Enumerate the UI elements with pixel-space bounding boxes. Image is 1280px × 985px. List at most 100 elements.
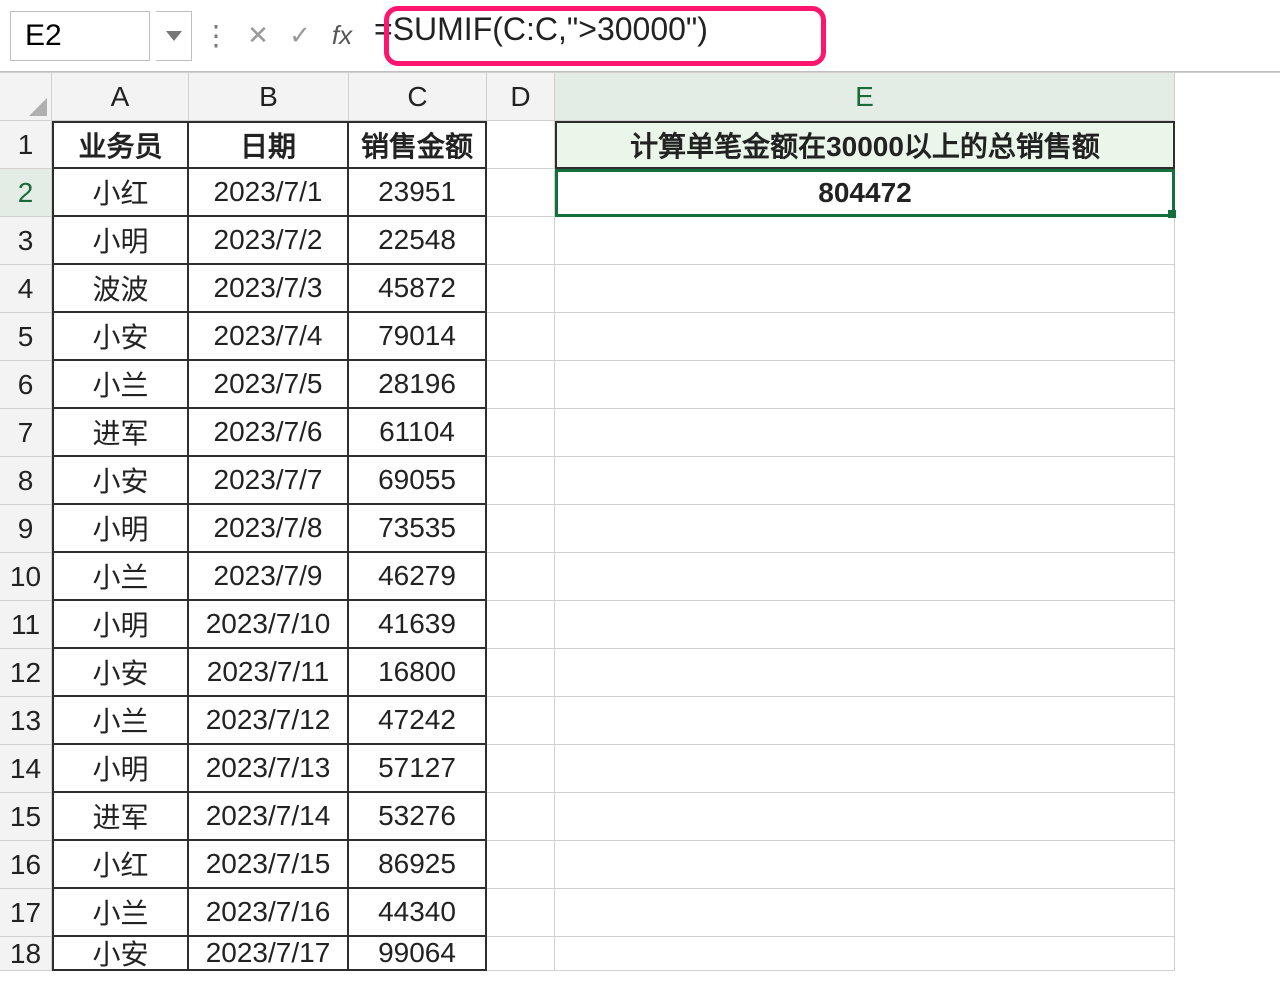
col-header-C[interactable]: C [349,73,487,121]
cell-C3[interactable]: 22548 [349,217,487,265]
row-header-14[interactable]: 14 [0,745,52,793]
cell-D12[interactable] [487,649,555,697]
cell-C15[interactable]: 53276 [349,793,487,841]
cell-B1[interactable]: 日期 [189,121,349,169]
cell-C1[interactable]: 销售金额 [349,121,487,169]
cell-D1[interactable] [487,121,555,169]
select-all-cell[interactable] [0,73,52,121]
cell-B2[interactable]: 2023/7/1 [189,169,349,217]
cell-B6[interactable]: 2023/7/5 [189,361,349,409]
cell-C2[interactable]: 23951 [349,169,487,217]
spreadsheet-grid[interactable]: A B C D E 1 业务员 日期 销售金额 计算单笔金额在30000以上的总… [0,72,1280,985]
row-header-10[interactable]: 10 [0,553,52,601]
cell-C6[interactable]: 28196 [349,361,487,409]
cell-B9[interactable]: 2023/7/8 [189,505,349,553]
cell-D2[interactable] [487,169,555,217]
cell-C16[interactable]: 86925 [349,841,487,889]
cell-E14[interactable] [555,745,1175,793]
cell-E7[interactable] [555,409,1175,457]
cell-B7[interactable]: 2023/7/6 [189,409,349,457]
col-header-E[interactable]: E [555,73,1175,121]
cell-D7[interactable] [487,409,555,457]
cell-B10[interactable]: 2023/7/9 [189,553,349,601]
cell-A10[interactable]: 小兰 [52,553,189,601]
cell-A3[interactable]: 小明 [52,217,189,265]
cell-D17[interactable] [487,889,555,937]
cell-C14[interactable]: 57127 [349,745,487,793]
cell-A13[interactable]: 小兰 [52,697,189,745]
cell-E1[interactable]: 计算单笔金额在30000以上的总销售额 [555,121,1175,169]
cell-A16[interactable]: 小红 [52,841,189,889]
row-header-12[interactable]: 12 [0,649,52,697]
cell-E3[interactable] [555,217,1175,265]
cell-E9[interactable] [555,505,1175,553]
cell-A6[interactable]: 小兰 [52,361,189,409]
cell-C11[interactable]: 41639 [349,601,487,649]
cell-D3[interactable] [487,217,555,265]
col-header-D[interactable]: D [487,73,555,121]
cell-E17[interactable] [555,889,1175,937]
cell-E2[interactable]: 804472 [555,169,1175,217]
cell-D8[interactable] [487,457,555,505]
cell-A4[interactable]: 波波 [52,265,189,313]
row-header-15[interactable]: 15 [0,793,52,841]
cell-D6[interactable] [487,361,555,409]
cell-A1[interactable]: 业务员 [52,121,189,169]
row-header-3[interactable]: 3 [0,217,52,265]
cell-E4[interactable] [555,265,1175,313]
cell-D9[interactable] [487,505,555,553]
cell-D13[interactable] [487,697,555,745]
insert-function-button[interactable]: fx [324,18,360,54]
cell-E11[interactable] [555,601,1175,649]
cell-C13[interactable]: 47242 [349,697,487,745]
name-box[interactable]: E2 [10,11,150,61]
cell-C4[interactable]: 45872 [349,265,487,313]
cell-B18[interactable]: 2023/7/17 [189,937,349,971]
cancel-formula-button[interactable]: ✕ [240,18,276,54]
cell-E5[interactable] [555,313,1175,361]
cell-C17[interactable]: 44340 [349,889,487,937]
cell-D18[interactable] [487,937,555,971]
row-header-18[interactable]: 18 [0,937,52,971]
cell-A11[interactable]: 小明 [52,601,189,649]
cell-E16[interactable] [555,841,1175,889]
cell-B15[interactable]: 2023/7/14 [189,793,349,841]
cell-A7[interactable]: 进军 [52,409,189,457]
cell-D15[interactable] [487,793,555,841]
cell-A18[interactable]: 小安 [52,937,189,971]
row-header-8[interactable]: 8 [0,457,52,505]
row-header-9[interactable]: 9 [0,505,52,553]
cell-E6[interactable] [555,361,1175,409]
cell-B13[interactable]: 2023/7/12 [189,697,349,745]
cell-D11[interactable] [487,601,555,649]
row-header-1[interactable]: 1 [0,121,52,169]
cell-D4[interactable] [487,265,555,313]
cell-A5[interactable]: 小安 [52,313,189,361]
cell-A8[interactable]: 小安 [52,457,189,505]
cell-C7[interactable]: 61104 [349,409,487,457]
row-header-16[interactable]: 16 [0,841,52,889]
cell-A15[interactable]: 进军 [52,793,189,841]
cell-C10[interactable]: 46279 [349,553,487,601]
col-header-B[interactable]: B [189,73,349,121]
cell-C12[interactable]: 16800 [349,649,487,697]
cell-D16[interactable] [487,841,555,889]
cell-B14[interactable]: 2023/7/13 [189,745,349,793]
col-header-A[interactable]: A [52,73,189,121]
accept-formula-button[interactable]: ✓ [282,18,318,54]
cell-A2[interactable]: 小红 [52,169,189,217]
formula-input[interactable]: =SUMIF(C:C,">30000") [366,11,1270,61]
row-header-7[interactable]: 7 [0,409,52,457]
cell-E15[interactable] [555,793,1175,841]
cell-E8[interactable] [555,457,1175,505]
cell-B5[interactable]: 2023/7/4 [189,313,349,361]
cell-C18[interactable]: 99064 [349,937,487,971]
row-header-11[interactable]: 11 [0,601,52,649]
cell-A14[interactable]: 小明 [52,745,189,793]
cell-B3[interactable]: 2023/7/2 [189,217,349,265]
cell-D10[interactable] [487,553,555,601]
cell-B4[interactable]: 2023/7/3 [189,265,349,313]
cell-A17[interactable]: 小兰 [52,889,189,937]
name-box-dropdown[interactable] [156,11,192,61]
row-header-17[interactable]: 17 [0,889,52,937]
